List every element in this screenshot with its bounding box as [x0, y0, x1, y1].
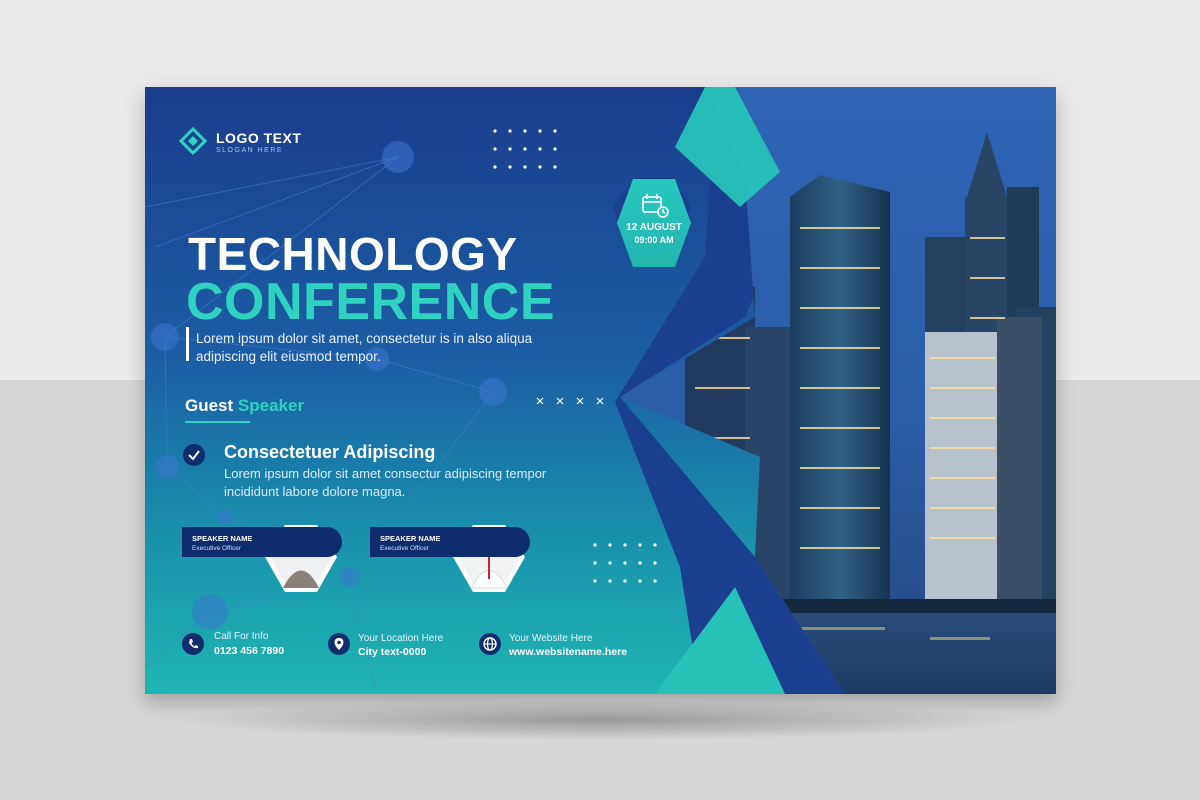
event-time: 09:00 AM [634, 235, 674, 245]
checkmark-icon [183, 444, 205, 466]
website-value: www.websitename.here [509, 646, 628, 658]
dot-grid-top [493, 129, 557, 169]
speaker-role-2: Executive Officer [380, 545, 430, 552]
flyer-shadow [170, 700, 1030, 740]
guest-label: Guest [185, 396, 234, 415]
speaker-tag-1: SPEAKER NAME Executive Officer [182, 527, 342, 557]
feature-title: Consectetuer Adipiscing [224, 442, 436, 462]
event-date: 12 AUGUST [626, 222, 682, 233]
globe-icon [479, 633, 501, 655]
conference-flyer: LOGO TEXT SLOGAN HERE 12 AUGUST 09:00 AM… [145, 87, 1056, 694]
logo-text: LOGO TEXT [216, 130, 302, 146]
guest-speaker-heading: Guest Speaker [185, 396, 304, 416]
city-skyline-photo [620, 87, 1056, 694]
phone-label: Call For Info [214, 631, 269, 642]
speaker-tag-2: SPEAKER NAME Executive Officer [370, 527, 530, 557]
title-line-2: CONFERENCE [186, 273, 556, 331]
phone-icon [182, 633, 204, 655]
location-label: Your Location Here [358, 633, 444, 644]
logo-slogan: SLOGAN HERE [216, 147, 284, 154]
speaker-name-2: SPEAKER NAME [380, 534, 441, 543]
feature-text: Lorem ipsum dolor sit amet consectur adi… [224, 466, 547, 499]
description-text: Lorem ipsum dolor sit amet, consectetur … [196, 331, 533, 364]
speaker-role-1: Executive Officer [192, 545, 242, 552]
location-pin-icon [328, 633, 350, 655]
phone-number: 0123 456 7890 [214, 645, 285, 657]
description-bar [186, 327, 189, 361]
location-value: City text-0000 [358, 646, 427, 658]
speaker-label: Speaker [237, 396, 305, 415]
cross-marks [536, 397, 604, 405]
website-label: Your Website Here [509, 633, 593, 644]
flyer-decoration [145, 87, 1056, 694]
dot-grid-bottom [593, 543, 657, 583]
speaker-name-1: SPEAKER NAME [192, 534, 253, 543]
guest-speaker-underline [185, 421, 250, 423]
logo-diamond-icon [178, 126, 208, 156]
